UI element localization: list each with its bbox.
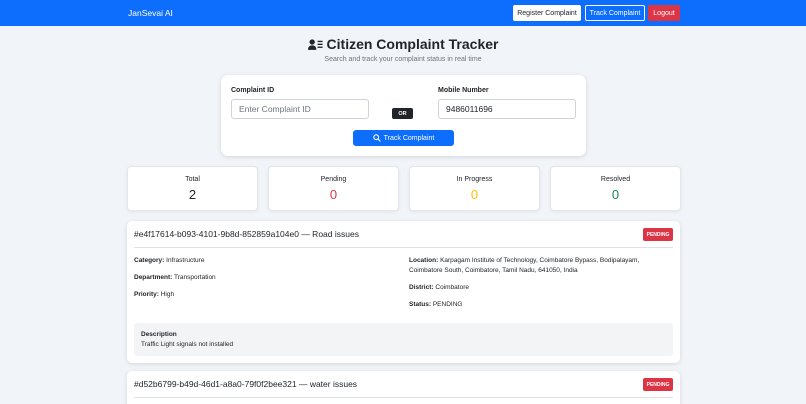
complaint-status: Status: PENDING bbox=[409, 301, 463, 308]
stat-label-in-progress: In Progress bbox=[456, 176, 493, 183]
complaint-id-input[interactable]: Enter Complaint ID bbox=[231, 99, 369, 119]
divider bbox=[134, 247, 673, 248]
track-complaint-nav-button[interactable]: Track Complaint bbox=[585, 5, 645, 21]
stat-value-total: 2 bbox=[188, 187, 197, 202]
complaint-card: #d52b6799-b49d-46d1-a8a0-79f0f2bee321 — … bbox=[127, 371, 680, 404]
complaint-priority: Priority: High bbox=[134, 291, 175, 298]
complaint-department: Department: Transportation bbox=[134, 274, 216, 281]
status-badge: PENDING bbox=[643, 228, 673, 241]
stat-card-resolved: Resolved 0 bbox=[550, 166, 681, 211]
complaint-card: #e4f17614-b093-4101-9b8d-852859a104e0 — … bbox=[127, 221, 680, 363]
page-title-text: Citizen Complaint Tracker bbox=[326, 36, 499, 52]
divider bbox=[134, 397, 673, 398]
mobile-number-input[interactable]: 9486011696 bbox=[438, 99, 576, 119]
page-title: Citizen Complaint Tracker bbox=[0, 36, 806, 52]
complaint-title: #e4f17614-b093-4101-9b8d-852859a104e0 — … bbox=[134, 229, 359, 239]
track-button-label: Track Complaint bbox=[383, 134, 435, 142]
stat-label-total: Total bbox=[185, 176, 200, 183]
stat-label-resolved: Resolved bbox=[600, 176, 631, 183]
navbar: JanSevai AI Register Complaint Track Com… bbox=[0, 0, 806, 26]
logout-button[interactable]: Logout bbox=[648, 5, 680, 21]
stat-value-in-progress: 0 bbox=[470, 187, 479, 202]
description-text: Traffic Light signals not installed bbox=[141, 341, 234, 348]
complaint-id-label: Complaint ID bbox=[231, 87, 275, 94]
page-subtitle: Search and track your complaint status i… bbox=[324, 56, 482, 63]
description-label: Description bbox=[141, 331, 177, 338]
stat-card-total: Total 2 bbox=[127, 166, 258, 211]
brand-logo[interactable]: JanSevai AI bbox=[128, 8, 173, 18]
status-badge: PENDING bbox=[643, 378, 673, 391]
user-list-icon bbox=[307, 38, 323, 50]
description-box: Description Traffic Light signals not in… bbox=[134, 323, 673, 356]
complaint-category: Category: Infrastructure bbox=[134, 257, 205, 264]
complaint-district: District: Coimbatore bbox=[409, 284, 469, 291]
complaint-title: #d52b6799-b49d-46d1-a8a0-79f0f2bee321 — … bbox=[134, 379, 358, 389]
complaint-location: Location: Karpagam Institute of Technolo… bbox=[409, 257, 640, 274]
mobile-number-label: Mobile Number bbox=[438, 87, 489, 94]
stat-label-pending: Pending bbox=[320, 176, 347, 183]
search-icon bbox=[372, 134, 381, 142]
stat-card-pending: Pending 0 bbox=[268, 166, 399, 211]
register-complaint-button[interactable]: Register Complaint bbox=[513, 5, 581, 21]
stat-value-resolved: 0 bbox=[611, 187, 620, 202]
stat-card-in-progress: In Progress 0 bbox=[409, 166, 540, 211]
track-complaint-button[interactable]: Track Complaint bbox=[353, 130, 454, 146]
or-separator: OR bbox=[392, 108, 413, 119]
stat-value-pending: 0 bbox=[329, 187, 338, 202]
